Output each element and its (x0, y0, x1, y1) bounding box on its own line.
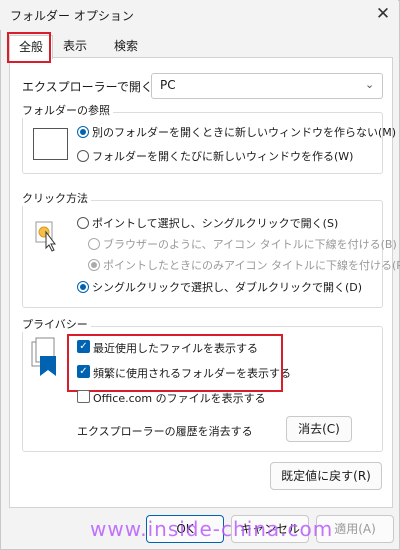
explorer-open-select[interactable]: PC ⌄ (151, 73, 383, 99)
radio-underline-point[interactable] (88, 259, 100, 271)
tab-view[interactable]: 表示 (55, 35, 95, 58)
radio-underline-browser-label: ブラウザーのように、アイコン タイトルに下線を付ける(B) (103, 238, 397, 251)
chevron-down-icon: ⌄ (365, 78, 375, 91)
title-bar: フォルダー オプション ✕ (0, 0, 398, 30)
tab-search[interactable]: 検索 (104, 35, 148, 58)
explorer-open-value: PC (160, 78, 176, 92)
radio-underline-point-label: ポイントしたときにのみアイコン タイトルに下線を付ける(P) (103, 259, 400, 272)
radio-same-window-label: 別のフォルダーを開くときに新しいウィンドウを作らない(M) (92, 126, 397, 139)
privacy-icon (30, 336, 64, 378)
close-icon[interactable]: ✕ (372, 3, 394, 25)
clear-history-label: エクスプローラーの履歴を消去する (77, 425, 253, 438)
checkbox-office-files[interactable] (77, 390, 90, 403)
highlight-box (67, 334, 283, 392)
click-method-title: クリック方法 (22, 190, 91, 206)
radio-single-click-label: ポイントして選択し、シングルクリックで開く(S) (92, 217, 339, 230)
pointer-click-icon (34, 220, 60, 252)
folder-window-icon (33, 128, 68, 160)
explorer-open-label: エクスプローラーで開く: (22, 80, 157, 94)
radio-double-click-label: シングルクリックで選択し、ダブルクリックで開く(D) (92, 281, 363, 294)
radio-same-window[interactable] (77, 126, 89, 138)
highlight-box (7, 32, 51, 63)
privacy-title: プライバシー (22, 316, 91, 332)
restore-defaults-button[interactable]: 既定値に戻す(R) (270, 462, 382, 490)
dialog-title: フォルダー オプション (10, 9, 134, 23)
clear-button[interactable]: 消去(C) (286, 416, 352, 442)
radio-double-click[interactable] (77, 281, 89, 293)
browse-folders-group (22, 112, 383, 174)
radio-new-window-label: フォルダーを開くたびに新しいウィンドウを作る(W) (92, 150, 354, 163)
watermark-text: www.inside-china.com (90, 517, 334, 541)
checkbox-office-files-label: Office.com のファイルを表示する (93, 392, 266, 405)
browse-folders-title: フォルダーの参照 (22, 102, 113, 118)
radio-new-window[interactable] (77, 150, 89, 162)
radio-underline-browser[interactable] (88, 238, 100, 250)
radio-single-click[interactable] (77, 217, 89, 229)
